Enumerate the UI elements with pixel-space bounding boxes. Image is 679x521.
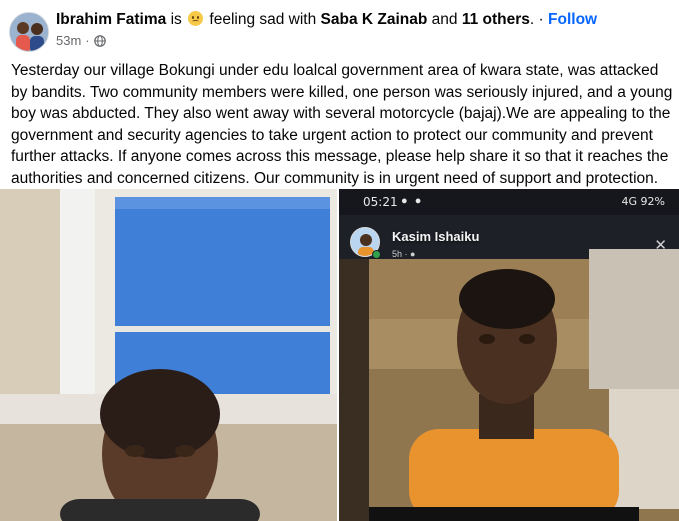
- facebook-post: Ibrahim Fatima is feeling sad with Saba …: [0, 0, 679, 521]
- meta-dot: ·: [85, 33, 90, 48]
- others-link[interactable]: 11 others: [462, 11, 530, 28]
- online-indicator: [372, 250, 381, 259]
- photo-right[interactable]: 05:21 ● ● 4G 92% Kasim Ishaiku 5h · ● ✕: [339, 189, 679, 521]
- photo-left[interactable]: [0, 189, 337, 521]
- period: .: [529, 11, 535, 28]
- story-author-name: Kasim Ishaiku: [392, 229, 480, 244]
- post-text: Yesterday our village Bokungi under edu …: [11, 62, 673, 187]
- header-line: Ibrahim Fatima is feeling sad with Saba …: [56, 11, 597, 29]
- status-time: 05:21: [363, 195, 398, 209]
- status-battery: 4G 92%: [622, 195, 665, 208]
- follow-button[interactable]: Follow: [548, 11, 597, 28]
- timestamp[interactable]: 53m: [56, 33, 81, 48]
- feeling-text: feeling sad with: [209, 11, 317, 28]
- story-meta: 5h · ●: [392, 249, 416, 259]
- tagged-name[interactable]: Saba K Zainab: [321, 11, 428, 28]
- status-signal: 4G: [621, 195, 638, 208]
- sad-face-emoji-icon: [188, 11, 204, 26]
- close-icon: ✕: [654, 237, 667, 254]
- separator-dot: ·: [538, 11, 544, 28]
- post-header: Ibrahim Fatima is feeling sad with Saba …: [0, 0, 679, 56]
- battery-level: 92%: [640, 195, 665, 208]
- post-meta: 53m ·: [56, 33, 106, 48]
- globe-icon: [93, 34, 106, 47]
- and-text: and: [431, 11, 458, 28]
- post-photos: 05:21 ● ● 4G 92% Kasim Ishaiku 5h · ● ✕: [0, 189, 679, 521]
- status-icons: ● ●: [401, 195, 424, 207]
- phone-status-bar: 05:21 ● ● 4G 92%: [339, 189, 679, 215]
- author-avatar[interactable]: [9, 12, 49, 52]
- author-name[interactable]: Ibrahim Fatima: [56, 11, 166, 28]
- is-text: is: [170, 11, 182, 28]
